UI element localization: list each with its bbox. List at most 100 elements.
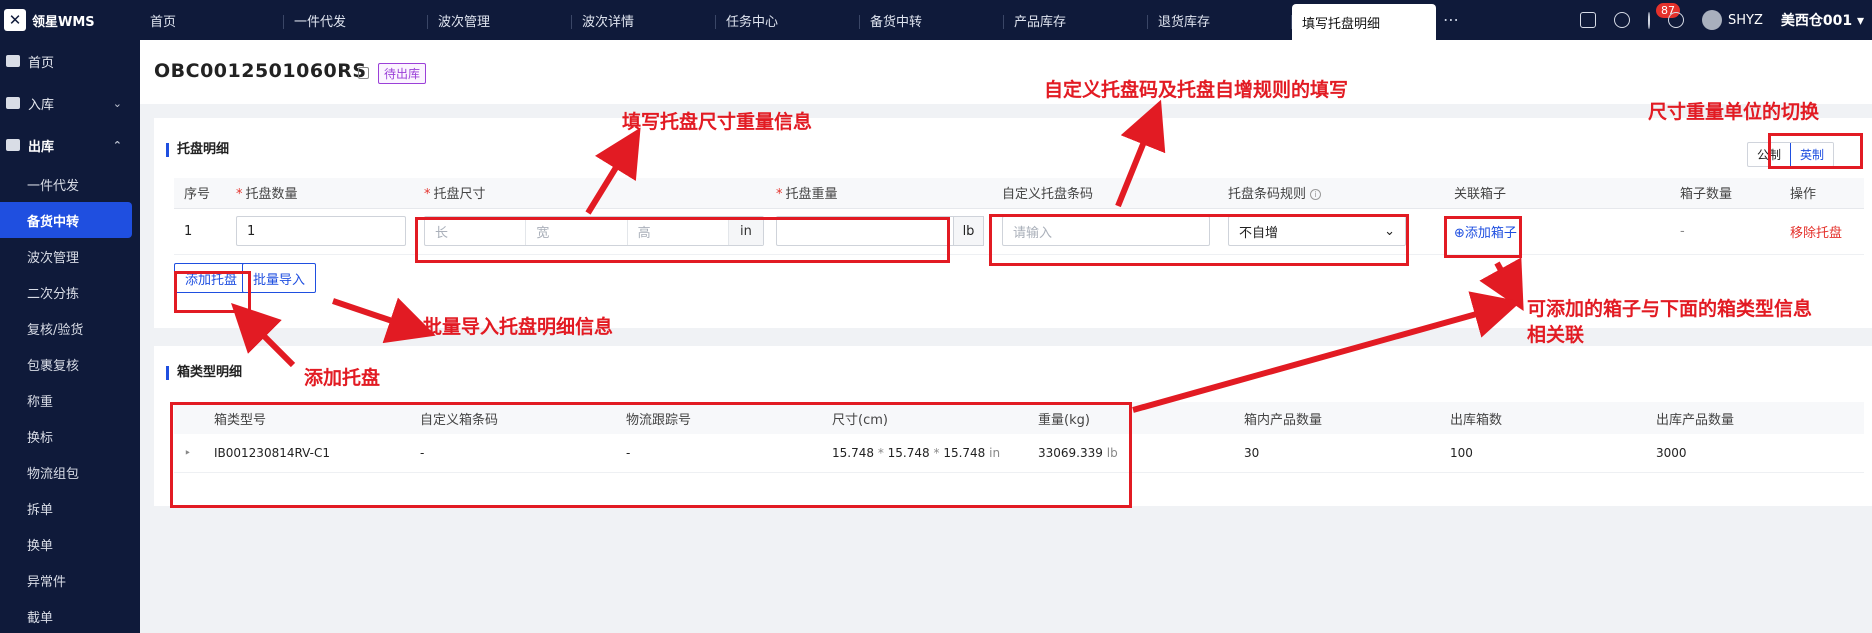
sidebar-sub-weigh[interactable]: 称重	[0, 382, 140, 418]
sidebar-item-label: 首页	[28, 55, 55, 71]
pallet-qty-input[interactable]: 1	[236, 216, 406, 246]
page-tabs: 首页 一件代发 波次管理 波次详情 任务中心 备货中转 产品库存 退货库存 填写…	[140, 0, 1466, 40]
col-box-count: 箱子数量	[1670, 178, 1780, 209]
batch-import-button[interactable]: 批量导入	[242, 263, 317, 293]
table-header-row: 箱类型号 自定义箱条码 物流跟踪号 尺寸(cm) 重量(kg) 箱内产品数量 出…	[174, 402, 1864, 434]
tab-wave-management[interactable]: 波次管理	[428, 0, 572, 40]
col-weight: 重量(kg)	[1028, 402, 1234, 434]
pallet-size-input: 长 宽 高 in	[424, 216, 764, 246]
inbox-icon[interactable]	[1580, 12, 1596, 28]
sidebar-item-outbound[interactable]: 出库 ⌃	[0, 124, 140, 166]
sidebar-item-home[interactable]: 首页	[0, 40, 140, 82]
tracking-value: -	[616, 434, 822, 473]
annotation-unit-switch: 尺寸重量单位的切换	[1648, 101, 1820, 123]
custom-barcode-input[interactable]: 请输入	[1002, 216, 1210, 246]
sidebar-sub-dropship[interactable]: 一件代发	[0, 166, 140, 202]
tab-return-inventory[interactable]: 退货库存	[1148, 0, 1292, 40]
more-tabs-icon[interactable]: ⋯	[1436, 0, 1466, 40]
box-type-card: 箱类型明细 箱类型号 自定义箱条码 物流跟踪号 尺寸(cm) 重量(kg) 箱内…	[154, 346, 1872, 506]
tab-dropship[interactable]: 一件代发	[284, 0, 428, 40]
col-weight: * 托盘重量	[766, 178, 992, 209]
annotation-add-pallet: 添加托盘	[304, 367, 381, 389]
width-input[interactable]: 宽	[526, 217, 628, 245]
col-box-count: 出库箱数	[1440, 402, 1646, 434]
weight-unit: lb	[954, 216, 984, 246]
home-icon	[6, 55, 20, 67]
col-size: 尺寸(cm)	[822, 402, 1028, 434]
notification-button[interactable]: 87	[1648, 2, 1680, 29]
tab-fill-pallet-detail[interactable]: 填写托盘明细	[1292, 4, 1436, 40]
annotation-box-link-1: 可添加的箱子与下面的箱类型信息	[1527, 298, 1813, 320]
expand-row-icon[interactable]: ‣	[184, 446, 191, 460]
sidebar-item-label: 入库	[28, 97, 55, 113]
add-pallet-button[interactable]: 添加托盘	[174, 263, 249, 293]
imperial-option[interactable]: 英制	[1789, 143, 1833, 166]
pallet-weight-input-group: lb	[776, 216, 992, 246]
download-icon[interactable]	[1614, 12, 1630, 28]
bell-icon	[1648, 11, 1650, 29]
barcode-rule-select[interactable]: 不自增 ⌄	[1228, 216, 1406, 246]
inbound-icon	[6, 97, 20, 109]
sidebar-sub-split-order[interactable]: 拆单	[0, 490, 140, 526]
sidebar-item-inbound[interactable]: 入库 ⌄	[0, 82, 140, 124]
info-icon[interactable]: i	[1310, 189, 1322, 201]
copy-icon[interactable]	[358, 67, 369, 79]
size-unit: in	[728, 217, 763, 245]
sidebar-sub-wave[interactable]: 波次管理	[0, 238, 140, 274]
tab-home[interactable]: 首页	[140, 0, 284, 40]
tab-task-center[interactable]: 任务中心	[716, 0, 860, 40]
main-content: OBC0012501060RS 待出库 托盘明细 公制 英制 序号 * 托盘数量 …	[140, 40, 1872, 633]
sidebar-sub-relabel[interactable]: 换标	[0, 418, 140, 454]
table-header-row: 序号 * 托盘数量 * 托盘尺寸 * 托盘重量 自定义托盘条码 托盘条码规则 i 关联…	[174, 178, 1864, 209]
pallet-weight-input[interactable]	[776, 216, 954, 246]
row-index: 1	[174, 208, 226, 255]
remove-pallet-link[interactable]: 移除托盘	[1790, 226, 1842, 241]
add-box-link[interactable]: ⊕添加箱子	[1454, 226, 1517, 241]
status-badge: 待出库	[378, 63, 427, 84]
annotation-barcode-rule: 自定义托盘码及托盘自增规则的填写	[1044, 79, 1349, 101]
page-title: OBC0012501060RS	[154, 60, 367, 82]
metric-option[interactable]: 公制	[1748, 143, 1790, 166]
sidebar-sub-intercept[interactable]: 截单	[0, 598, 140, 633]
sidebar-sub-logistics-pack[interactable]: 物流组包	[0, 454, 140, 490]
app-logo[interactable]: ✕ 领星WMS	[0, 0, 140, 40]
sidebar-sub-review[interactable]: 复核/验货	[0, 310, 140, 346]
col-index: 序号	[174, 178, 226, 209]
col-tracking: 物流跟踪号	[616, 402, 822, 434]
tab-wave-detail[interactable]: 波次详情	[572, 0, 716, 40]
section-title: 箱类型明细	[166, 366, 242, 380]
user-menu[interactable]: SHYZ	[1702, 10, 1763, 30]
table-row: ‣ IB001230814RV-C1 - - 15.748 * 15.748 *…	[174, 434, 1864, 473]
required-mark: *	[776, 187, 783, 203]
col-box-type: 箱类型号	[204, 402, 410, 434]
chevron-down-icon: ⌄	[112, 96, 122, 110]
sidebar-sub-exception[interactable]: 异常件	[0, 562, 140, 598]
box-count-value: 100	[1440, 434, 1646, 473]
warehouse-selector[interactable]: 美西仓001 ▾	[1781, 10, 1864, 30]
col-inner-qty: 箱内产品数量	[1234, 402, 1440, 434]
sidebar-sub-package-review[interactable]: 包裹复核	[0, 346, 140, 382]
section-title: 托盘明细	[166, 143, 229, 157]
sidebar-sub-stock-transfer[interactable]: 备货中转	[0, 202, 132, 238]
col-qty: * 托盘数量	[226, 178, 414, 209]
col-action: 操作	[1780, 178, 1864, 209]
top-actions: 87 SHYZ 美西仓001 ▾	[1580, 0, 1872, 40]
sidebar-sub-change-order[interactable]: 换单	[0, 526, 140, 562]
box-size-value: 15.748 * 15.748 * 15.748 in	[822, 434, 1028, 473]
sidebar-sub-secondary-sort[interactable]: 二次分拣	[0, 274, 140, 310]
tab-stock-transfer[interactable]: 备货中转	[860, 0, 1004, 40]
tab-product-inventory[interactable]: 产品库存	[1004, 0, 1148, 40]
col-size: * 托盘尺寸	[414, 178, 766, 209]
top-bar: ✕ 领星WMS 首页 一件代发 波次管理 波次详情 任务中心 备货中转 产品库存…	[0, 0, 1872, 40]
col-product-qty: 出库产品数量	[1646, 402, 1864, 434]
height-input[interactable]: 高	[628, 217, 729, 245]
box-weight-value: 33069.339 lb	[1028, 434, 1234, 473]
length-input[interactable]: 长	[425, 217, 527, 245]
table-row: 1 1 长 宽 高 in lb 请输入 不自增 ⌄ ⊕添加箱子 - 移除托盘	[174, 208, 1864, 255]
box-barcode-value: -	[410, 434, 616, 473]
gear-icon[interactable]	[1668, 12, 1684, 28]
box-type-value: IB001230814RV-C1	[204, 434, 410, 473]
chevron-up-icon: ⌃	[112, 138, 122, 152]
unit-toggle: 公制 英制	[1746, 142, 1834, 167]
chevron-down-icon: ⌄	[1384, 223, 1395, 239]
